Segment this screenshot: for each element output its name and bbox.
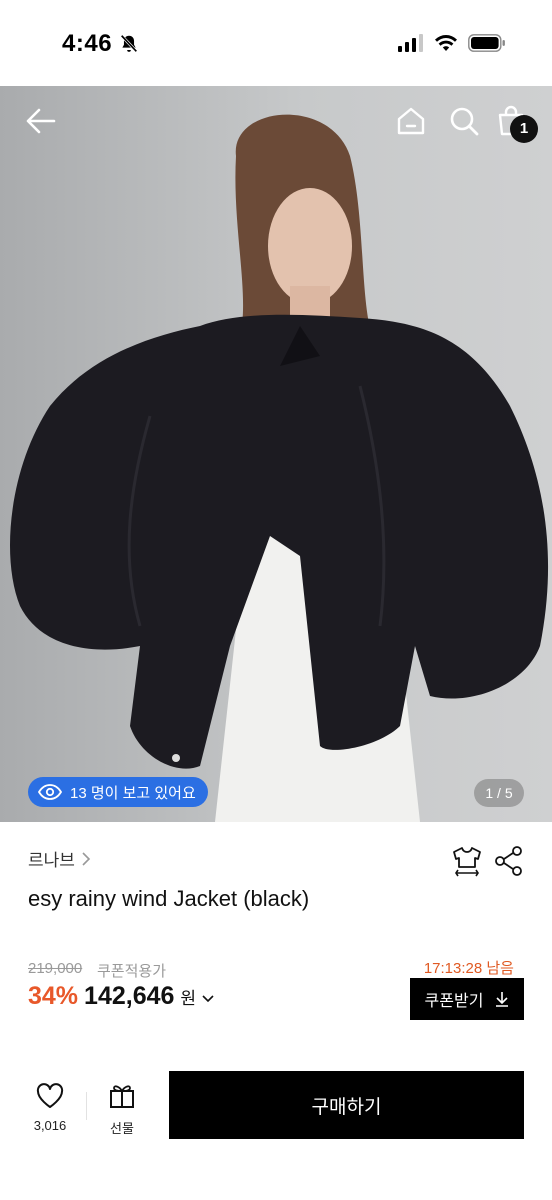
chevron-down-icon[interactable] (202, 994, 214, 1004)
brand-name: 르나브 (28, 851, 75, 870)
bottom-bar-separator (86, 1092, 87, 1120)
download-icon (496, 992, 509, 1007)
top-navigation (0, 86, 552, 156)
currency-label: 원 (180, 989, 197, 1008)
coupon-price-label: 쿠폰적용가 (97, 963, 167, 980)
sale-price: 142,646 (84, 982, 175, 1010)
product-title: esy rainy wind Jacket (black) (28, 886, 310, 911)
bell-muted-icon (120, 34, 138, 53)
search-icon[interactable] (447, 104, 481, 138)
discount-rate: 34% (28, 982, 79, 1010)
status-indicators (398, 34, 506, 52)
gift-icon (110, 1085, 134, 1108)
viewers-text: 13 명이 보고 있어요 (70, 784, 196, 802)
signal-icon (398, 34, 423, 52)
like-button[interactable]: 3,016 (28, 1083, 72, 1133)
back-arrow-icon[interactable] (24, 104, 58, 138)
viewers-badge: 13 명이 보고 있어요 (28, 777, 208, 807)
cart-count-badge: 1 (510, 115, 538, 143)
buy-label: 구매하기 (311, 1096, 382, 1118)
gift-button[interactable]: 선물 (104, 1083, 140, 1137)
size-guide-icon[interactable] (450, 844, 484, 878)
product-photo-illustration (0, 86, 552, 822)
get-coupon-label: 쿠폰받기 (424, 993, 484, 1010)
original-price: 219,000 (28, 960, 83, 977)
sale-timer: 17:13:28 남음 (423, 960, 514, 977)
status-time: 4:46 (62, 30, 113, 57)
eye-icon (38, 784, 62, 800)
battery-icon (468, 34, 505, 52)
wifi-icon (435, 35, 457, 51)
get-coupon-button[interactable]: 쿠폰받기 (410, 978, 524, 1020)
buy-button[interactable]: 구매하기 (169, 1071, 524, 1139)
gift-label: 선물 (110, 1121, 134, 1136)
product-image[interactable] (0, 86, 552, 822)
like-count: 3,016 (33, 1118, 67, 1133)
heart-icon (36, 1083, 64, 1108)
share-icon[interactable] (492, 844, 526, 878)
brand-link[interactable]: 르나브 (28, 846, 91, 871)
chevron-right-icon (82, 851, 91, 866)
status-time-group: 4:46 (62, 30, 140, 58)
home-icon[interactable] (394, 104, 428, 138)
image-page-counter: 1 / 5 (474, 779, 524, 807)
price-row[interactable]: 34% 142,646 원 (28, 982, 214, 1011)
status-bar: 4:46 (0, 0, 552, 86)
